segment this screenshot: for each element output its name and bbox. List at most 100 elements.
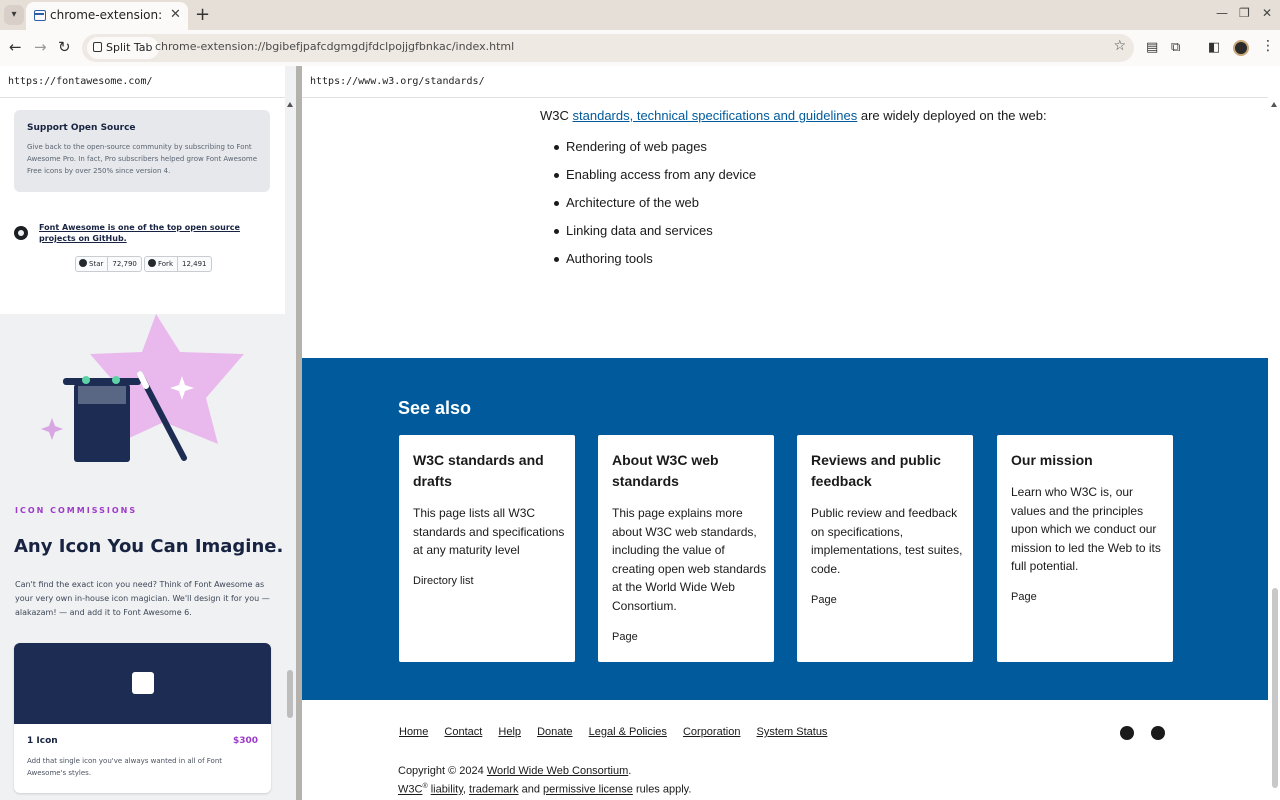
- scroll-up-arrow-icon[interactable]: [287, 102, 293, 107]
- left-scroll-thumb[interactable]: [287, 670, 293, 718]
- extension-page-icon: [34, 10, 46, 21]
- card-about-standards[interactable]: About W3C web standards This page explai…: [598, 435, 774, 662]
- back-arrow-icon[interactable]: ←: [9, 38, 22, 56]
- liability-link[interactable]: liability: [431, 784, 463, 796]
- forward-arrow-icon[interactable]: →: [34, 38, 47, 56]
- copyright: Copyright © 2024 World Wide Web Consorti…: [398, 765, 692, 796]
- right-split-pane: https://www.w3.org/standards/ W3C standa…: [302, 66, 1280, 800]
- card-title: W3C standards and drafts: [413, 452, 544, 489]
- tab-layout-icon[interactable]: ▤: [1146, 40, 1158, 55]
- side-panel-icon[interactable]: ◧: [1208, 40, 1220, 55]
- star-label: Star: [76, 257, 109, 271]
- fork-label: Fork: [145, 257, 178, 271]
- support-open-source-card: Support Open Source Give back to the ope…: [14, 110, 270, 192]
- card-title: Reviews and public feedback: [811, 452, 941, 489]
- list-item: Authoring tools: [553, 250, 756, 278]
- card-title: Our mission: [1011, 452, 1093, 468]
- mastodon-icon[interactable]: [1120, 726, 1134, 740]
- copyright-prefix: Copyright © 2024: [398, 765, 484, 777]
- see-also-section: See also W3C standards and drafts This p…: [302, 358, 1268, 700]
- footer-link-legal[interactable]: Legal & Policies: [589, 726, 667, 738]
- browser-toolbar: ← → ↻ Split Tab chrome-extension://bgibe…: [0, 30, 1280, 66]
- left-split-pane: https://fontawesome.com/ Support Open So…: [0, 66, 296, 800]
- hat-brim: [63, 378, 141, 385]
- w3c-org-link[interactable]: World Wide Web Consortium: [487, 765, 628, 777]
- support-title: Support Open Source: [27, 123, 136, 133]
- github-star-button[interactable]: Star 72,790: [75, 256, 142, 272]
- github-fork-button[interactable]: Fork 12,491: [144, 256, 212, 272]
- tab-strip: ▾ chrome-extension://bgi ✕ + — ❐ ✕: [0, 0, 1280, 30]
- card-desc: Public review and feedback on specificat…: [811, 506, 963, 576]
- card-link[interactable]: Directory list: [413, 575, 474, 587]
- footer-link-corporation[interactable]: Corporation: [683, 726, 740, 738]
- and-text: and: [521, 783, 540, 796]
- hat-band: [78, 386, 126, 404]
- more-menu-icon[interactable]: ⋮: [1261, 38, 1275, 54]
- card-link[interactable]: Page: [612, 631, 638, 643]
- footer-link-donate[interactable]: Donate: [537, 726, 572, 738]
- see-also-title: See also: [398, 398, 472, 418]
- github-icon[interactable]: [1151, 726, 1165, 740]
- card-reviews-feedback[interactable]: Reviews and public feedback Public revie…: [797, 435, 973, 662]
- hat-gem-2: [112, 376, 120, 384]
- footer-link-help[interactable]: Help: [498, 726, 521, 738]
- square-icon: [132, 672, 154, 694]
- split-tab-label: Split Tab: [106, 41, 153, 54]
- footer-nav: Home Contact Help Donate Legal & Policie…: [399, 726, 840, 738]
- list-item: Rendering of web pages: [553, 138, 756, 166]
- profile-avatar[interactable]: [1233, 40, 1249, 56]
- commissions-kicker: ICON COMMISSIONS: [15, 506, 138, 515]
- tab-search-chevron-icon[interactable]: ▾: [4, 5, 24, 25]
- commissions-heading: Any Icon You Can Imagine.: [14, 536, 284, 557]
- card-desc: This page explains more about W3C web st…: [612, 506, 767, 613]
- close-icon[interactable]: ✕: [170, 7, 181, 22]
- standards-link[interactable]: standards, technical specifications and …: [573, 108, 858, 123]
- github-icon: [14, 226, 28, 240]
- intro-suffix: are widely deployed on the web:: [860, 108, 1047, 123]
- restore-icon[interactable]: ❐: [1239, 6, 1250, 20]
- card-our-mission[interactable]: Our mission Learn who W3C is, our values…: [997, 435, 1173, 662]
- card-link[interactable]: Page: [811, 594, 837, 606]
- card-desc: This page lists all W3C standards and sp…: [413, 506, 565, 557]
- price-card-amount: $300: [232, 736, 258, 746]
- commissions-body: Can't find the exact icon you need? Thin…: [15, 580, 270, 617]
- footer-link-contact[interactable]: Contact: [444, 726, 482, 738]
- right-scroll-thumb[interactable]: [1272, 588, 1278, 788]
- window-close-icon[interactable]: ✕: [1262, 6, 1272, 20]
- footer-link-status[interactable]: System Status: [757, 726, 828, 738]
- support-text: Give back to the open-source community b…: [27, 143, 258, 175]
- address-url[interactable]: chrome-extension://bgibefjpafcdgmgdjfdcl…: [155, 40, 514, 53]
- list-item: Linking data and services: [553, 222, 756, 250]
- hat-gem-1: [82, 376, 90, 384]
- card-desc: Learn who W3C is, our values and the pri…: [1011, 485, 1161, 573]
- rules-text: rules apply.: [635, 783, 692, 796]
- card-link[interactable]: Page: [1011, 591, 1037, 603]
- new-tab-button[interactable]: +: [195, 4, 210, 25]
- split-tab-chip[interactable]: Split Tab: [87, 37, 159, 59]
- card-standards-drafts[interactable]: W3C standards and drafts This page lists…: [399, 435, 575, 662]
- license-link[interactable]: permissive license: [543, 784, 633, 796]
- list-item: Enabling access from any device: [553, 166, 756, 194]
- star-count: 72,790: [112, 260, 137, 268]
- footer-link-home[interactable]: Home: [399, 726, 428, 738]
- minimize-icon[interactable]: —: [1216, 6, 1228, 20]
- active-tab[interactable]: chrome-extension://bgi ✕: [26, 2, 188, 30]
- github-link[interactable]: Font Awesome is one of the top open sour…: [39, 222, 271, 244]
- trademark-link[interactable]: trademark: [469, 784, 519, 796]
- w3c-link[interactable]: W3C: [398, 784, 422, 796]
- card-title: About W3C web standards: [612, 452, 719, 489]
- bookmark-star-icon[interactable]: ☆: [1113, 38, 1126, 54]
- magic-hat-illustration: [41, 314, 244, 462]
- split-tab-icon: [93, 42, 102, 52]
- w3c-footer: Home Contact Help Donate Legal & Policie…: [302, 700, 1268, 800]
- one-icon-price-card[interactable]: 1 Icon $300 Add that single icon you've …: [14, 643, 271, 793]
- intro-prefix: W3C: [540, 108, 569, 123]
- tab-title: chrome-extension://bgi: [50, 8, 162, 22]
- scroll-up-arrow-icon[interactable]: [1271, 102, 1277, 107]
- address-bar[interactable]: Split Tab chrome-extension://bgibefjpafc…: [82, 34, 1134, 62]
- reload-icon[interactable]: ↻: [58, 38, 71, 56]
- copyright-suffix: .: [628, 765, 632, 777]
- fork-count: 12,491: [182, 260, 207, 268]
- standards-intro: W3C standards, technical specifications …: [540, 108, 1047, 123]
- extensions-puzzle-icon[interactable]: ⧉: [1171, 40, 1180, 55]
